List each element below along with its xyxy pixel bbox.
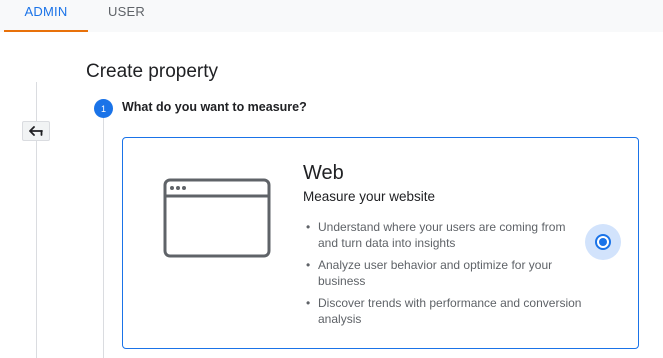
list-item: Understand where your users are coming f… — [303, 220, 583, 251]
list-item: Discover trends with performance and con… — [303, 296, 583, 327]
tab-user[interactable]: USER — [108, 0, 145, 32]
web-radio-button[interactable] — [585, 224, 621, 260]
list-item: Analyze user behavior and optimize for y… — [303, 258, 583, 289]
page-title: Create property — [86, 61, 219, 82]
step-question: What do you want to measure? — [122, 100, 307, 114]
web-option-card[interactable]: Web Measure your website Understand wher… — [122, 137, 639, 349]
top-tab-bar: ADMIN USER — [0, 0, 663, 32]
tab-user-label: USER — [108, 4, 145, 19]
option-subtitle: Measure your website — [303, 189, 436, 204]
active-tab-indicator — [4, 30, 88, 32]
option-feature-list: Understand where your users are coming f… — [303, 220, 583, 334]
tab-admin[interactable]: ADMIN — [4, 0, 88, 32]
back-arrow-icon — [29, 126, 43, 136]
step-number-badge: 1 — [94, 99, 113, 118]
step-connector-line — [103, 118, 104, 358]
radio-selected-dot — [599, 238, 607, 246]
radio-ring — [595, 234, 611, 250]
tab-admin-label: ADMIN — [24, 4, 68, 19]
back-button[interactable] — [22, 121, 50, 141]
browser-window-icon — [163, 178, 271, 258]
option-title: Web — [303, 162, 344, 184]
